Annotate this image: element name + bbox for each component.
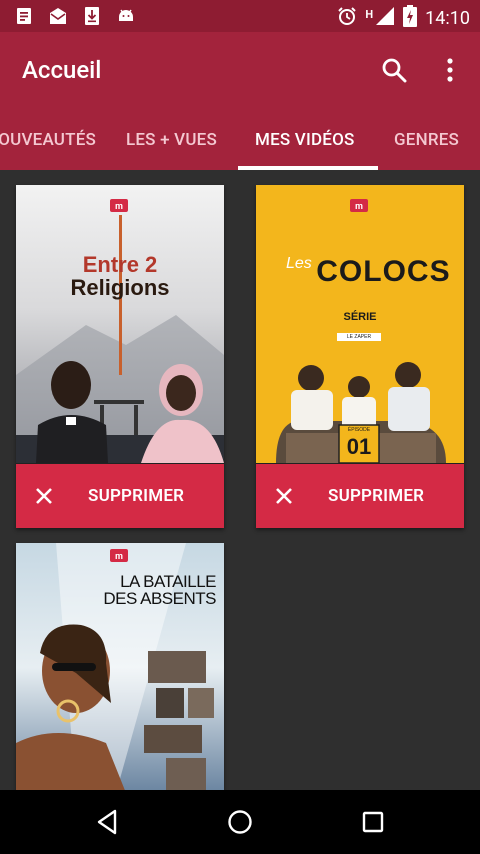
poster-tag: LE ZAPER [346,334,372,340]
doc-icon [14,6,34,26]
search-icon[interactable] [378,54,410,86]
poster-title-line2: DES ABSENTS [103,589,216,608]
back-icon[interactable] [91,806,123,838]
poster-la-bataille-des-absents[interactable]: m LA BATAILLE DES ABSENTS [16,543,224,793]
video-grid: m Entre 2 Religions SUPPRIMER m Les COLO… [0,170,480,793]
brand-logo: m [355,202,363,212]
poster-subtitle: SÉRIE [343,311,377,323]
brand-logo: m [115,552,123,562]
close-icon [36,488,52,504]
download-icon [82,6,102,26]
video-card[interactable]: m LA BATAILLE DES ABSENTS [16,543,224,793]
alarm-icon [337,6,357,31]
poster-title-line1: Entre 2 [82,252,158,277]
poster-title-line2: Religions [70,275,170,300]
brand-logo: m [115,202,123,212]
tab-nouveautes[interactable]: NOUVEAUTÉS [0,110,96,170]
battery-icon [403,5,418,32]
delete-button[interactable]: SUPPRIMER [256,464,464,528]
video-card[interactable]: m Les Colocs SÉRIE LE ZAPER ÉPISODE 01 [256,185,464,528]
delete-button[interactable]: SUPPRIMER [16,464,224,528]
delete-label: SUPPRIMER [328,486,425,506]
navigation-bar [0,790,480,854]
tab-genres[interactable]: GENRES [394,110,459,170]
mail-icon [48,6,68,26]
android-icon [116,6,136,26]
poster-episode-label: ÉPISODE [347,427,371,433]
tab-les-plus-vues[interactable]: LES + VUES [126,110,217,170]
poster-title-main: Colocs [316,255,451,288]
page-title: Accueil [22,56,102,84]
close-icon [276,488,292,504]
app-bar: Accueil [0,32,480,110]
more-vert-icon[interactable] [434,54,466,86]
signal-icon [375,6,395,31]
clock: 14:10 [425,8,470,29]
delete-label: SUPPRIMER [88,486,185,506]
recents-icon[interactable] [357,806,389,838]
poster-les-colocs[interactable]: m Les Colocs SÉRIE LE ZAPER ÉPISODE 01 [256,185,464,464]
poster-entre-2-religions[interactable]: m Entre 2 Religions [16,185,224,463]
poster-title-line1: LA BATAILLE [120,572,216,591]
tab-mes-videos[interactable]: MES VIDÉOS [255,110,354,170]
poster-episode: 01 [346,434,372,459]
video-card[interactable]: m Entre 2 Religions SUPPRIMER [16,185,224,528]
poster-title-prefix: Les [286,255,312,272]
home-icon[interactable] [224,806,256,838]
status-bar: H 14:10 [0,0,480,32]
tab-bar: NOUVEAUTÉS LES + VUES MES VIDÉOS GENRES [0,110,480,170]
network-type: H [365,8,374,21]
